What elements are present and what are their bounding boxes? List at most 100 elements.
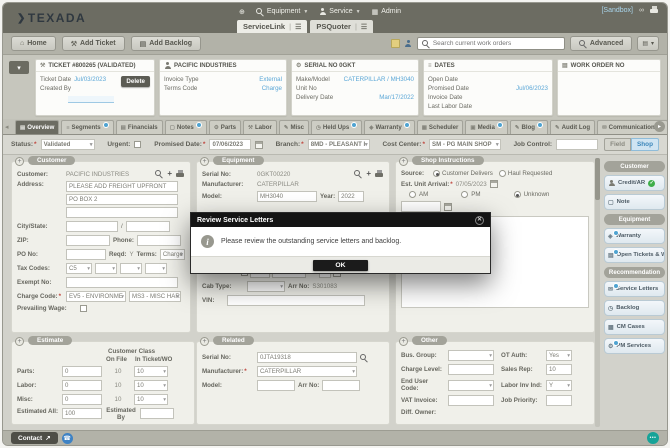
sidebar-item-backlog[interactable]: ◷ Backlog: [604, 300, 665, 316]
tab-financials[interactable]: ▤Financials: [116, 120, 163, 134]
collapse-panel-icon[interactable]: +: [200, 337, 209, 346]
tax-code-select-2[interactable]: [95, 263, 117, 274]
unknown-radio[interactable]: [514, 191, 521, 198]
tax-code-select-1[interactable]: C5: [66, 263, 92, 274]
link-icon[interactable]: ∞: [639, 7, 644, 14]
sidebar-item-service-letters[interactable]: ✉ Service Letters: [604, 281, 665, 297]
home-button[interactable]: ⌂Home: [11, 36, 56, 51]
year-input[interactable]: 2022: [338, 191, 364, 202]
charge-level-input[interactable]: [448, 364, 494, 375]
labor-class-select[interactable]: 10: [134, 380, 168, 391]
calendar-icon[interactable]: [444, 203, 452, 211]
estimated-by-input[interactable]: [140, 408, 174, 419]
phone-input[interactable]: [137, 235, 181, 246]
notes-icon[interactable]: [391, 39, 400, 48]
model-input[interactable]: MH3040: [257, 191, 317, 202]
zip-input[interactable]: [66, 235, 110, 246]
chat-widget-icon[interactable]: •••: [647, 432, 659, 444]
sidebar-item-pm-services[interactable]: ⚙ PM Services: [604, 338, 665, 354]
labor-estimate-input[interactable]: 0: [62, 380, 102, 391]
related-manufacturer-select[interactable]: CATERPILLAR: [257, 366, 357, 377]
hamburger-icon[interactable]: ☰: [295, 23, 301, 31]
ticket-date-value[interactable]: Jul/03/2023: [74, 75, 106, 84]
cost-center-select[interactable]: SM - PG MAIN SHOP: [429, 139, 501, 150]
tab-psquoter[interactable]: PSQuoter|☰: [310, 20, 373, 33]
scrollbar-thumb[interactable]: [595, 158, 600, 200]
charge-code-select-2[interactable]: MS3 - MISC HARDW: [129, 291, 181, 302]
sidebar-item-credit-ar[interactable]: Credit/AR ✓: [604, 175, 665, 191]
job-control-input[interactable]: [556, 139, 598, 150]
sidebar-item-open-tickets[interactable]: ▤ Open Tickets & Work...: [604, 247, 665, 263]
print-icon[interactable]: [650, 7, 659, 14]
am-radio[interactable]: [409, 191, 416, 198]
menu-admin[interactable]: ▦Admin: [372, 8, 401, 16]
add-backlog-button[interactable]: ▤Add Backlog: [131, 36, 201, 51]
collapse-panel-icon[interactable]: +: [399, 337, 408, 346]
related-model-input[interactable]: [257, 380, 295, 391]
collapse-panel-icon[interactable]: +: [399, 157, 408, 166]
sidebar-item-note[interactable]: ▢ Note: [604, 194, 665, 210]
prevailing-wage-checkbox[interactable]: [80, 305, 87, 312]
print-icon[interactable]: [176, 171, 185, 178]
related-arr-no-input[interactable]: [322, 380, 360, 391]
tab-labor[interactable]: ⚒Labor: [243, 120, 277, 134]
sales-rep-input[interactable]: 10: [546, 364, 572, 375]
parts-estimate-input[interactable]: 0: [62, 366, 102, 377]
close-icon[interactable]: ✕: [475, 216, 484, 225]
ok-button[interactable]: OK: [313, 260, 367, 271]
address-line-1[interactable]: PLEASE ADD FREIGHT UPFRONT: [66, 181, 178, 192]
tab-held-ups[interactable]: ◷Held Ups: [311, 120, 362, 134]
tab-servicelink[interactable]: ServiceLink|☰: [237, 20, 307, 33]
calendar-icon[interactable]: [490, 180, 498, 188]
contact-button[interactable]: Contact↗: [11, 432, 58, 444]
haul-requested-radio[interactable]: [499, 170, 506, 177]
menu-equipment[interactable]: Equipment▼: [256, 8, 308, 16]
delete-button[interactable]: Delete: [121, 76, 150, 87]
state-input[interactable]: [126, 221, 170, 232]
vertical-scrollbar[interactable]: [595, 158, 600, 427]
exempt-no-input[interactable]: [66, 277, 178, 288]
vin-input[interactable]: [227, 295, 365, 306]
calendar-icon[interactable]: [255, 141, 263, 149]
toolbar-split-button[interactable]: ▤▾: [637, 36, 659, 51]
branch-select[interactable]: 8MD - PLEASANT I: [308, 139, 370, 150]
related-serial-input[interactable]: 0JTA19318: [257, 352, 357, 363]
menu-service[interactable]: Service▼: [319, 8, 360, 15]
tax-code-select-4[interactable]: [145, 263, 167, 274]
search-input[interactable]: [433, 40, 560, 47]
tab-misc[interactable]: ✎Misc: [279, 120, 309, 134]
add-icon[interactable]: +: [167, 170, 172, 178]
end-user-code-select[interactable]: [448, 380, 494, 391]
bus-group-select[interactable]: [448, 350, 494, 361]
sidebar-item-cm-cases[interactable]: ▦ CM Cases: [604, 319, 665, 335]
pm-radio[interactable]: [461, 191, 468, 198]
tab-blog[interactable]: ✎Blog: [510, 120, 548, 134]
collapse-panel-icon[interactable]: +: [15, 157, 24, 166]
collapse-panel-icon[interactable]: +: [15, 337, 24, 346]
field-toggle-button[interactable]: Field: [604, 138, 631, 151]
misc-estimate-input[interactable]: 0: [62, 394, 102, 405]
job-priority-input[interactable]: [546, 395, 572, 406]
tax-code-select-3[interactable]: [120, 263, 142, 274]
parts-class-select[interactable]: 10: [134, 366, 168, 377]
labor-inv-ind-select[interactable]: Y: [546, 380, 572, 391]
promised-date-input[interactable]: 07/06/2023: [209, 139, 250, 150]
apps-menu-icon[interactable]: ⊕: [239, 8, 245, 16]
sidebar-item-warranty[interactable]: ◈ Warranty: [604, 228, 665, 244]
tab-media[interactable]: ▣Media: [465, 120, 507, 134]
city-input[interactable]: [66, 221, 118, 232]
est-unit-arrival-value[interactable]: 07/05/2023: [456, 181, 487, 188]
collapse-panel-icon[interactable]: +: [200, 157, 209, 166]
terms-select[interactable]: Charge: [160, 249, 185, 260]
address-line-3[interactable]: [66, 207, 178, 218]
tab-parts[interactable]: ⚙Parts: [209, 120, 241, 134]
add-icon[interactable]: +: [366, 170, 371, 178]
tab-audit-log[interactable]: ✎Audit Log: [550, 120, 595, 134]
shop-toggle-button[interactable]: Shop: [631, 138, 659, 151]
po-no-input[interactable]: [66, 249, 106, 260]
collapse-cards-button[interactable]: ▾: [9, 61, 29, 74]
add-ticket-button[interactable]: ⚒Add Ticket: [62, 36, 125, 51]
tab-overview[interactable]: ▤Overview: [15, 120, 59, 134]
print-icon[interactable]: [375, 171, 384, 178]
estimated-all-input[interactable]: 100: [62, 408, 102, 419]
